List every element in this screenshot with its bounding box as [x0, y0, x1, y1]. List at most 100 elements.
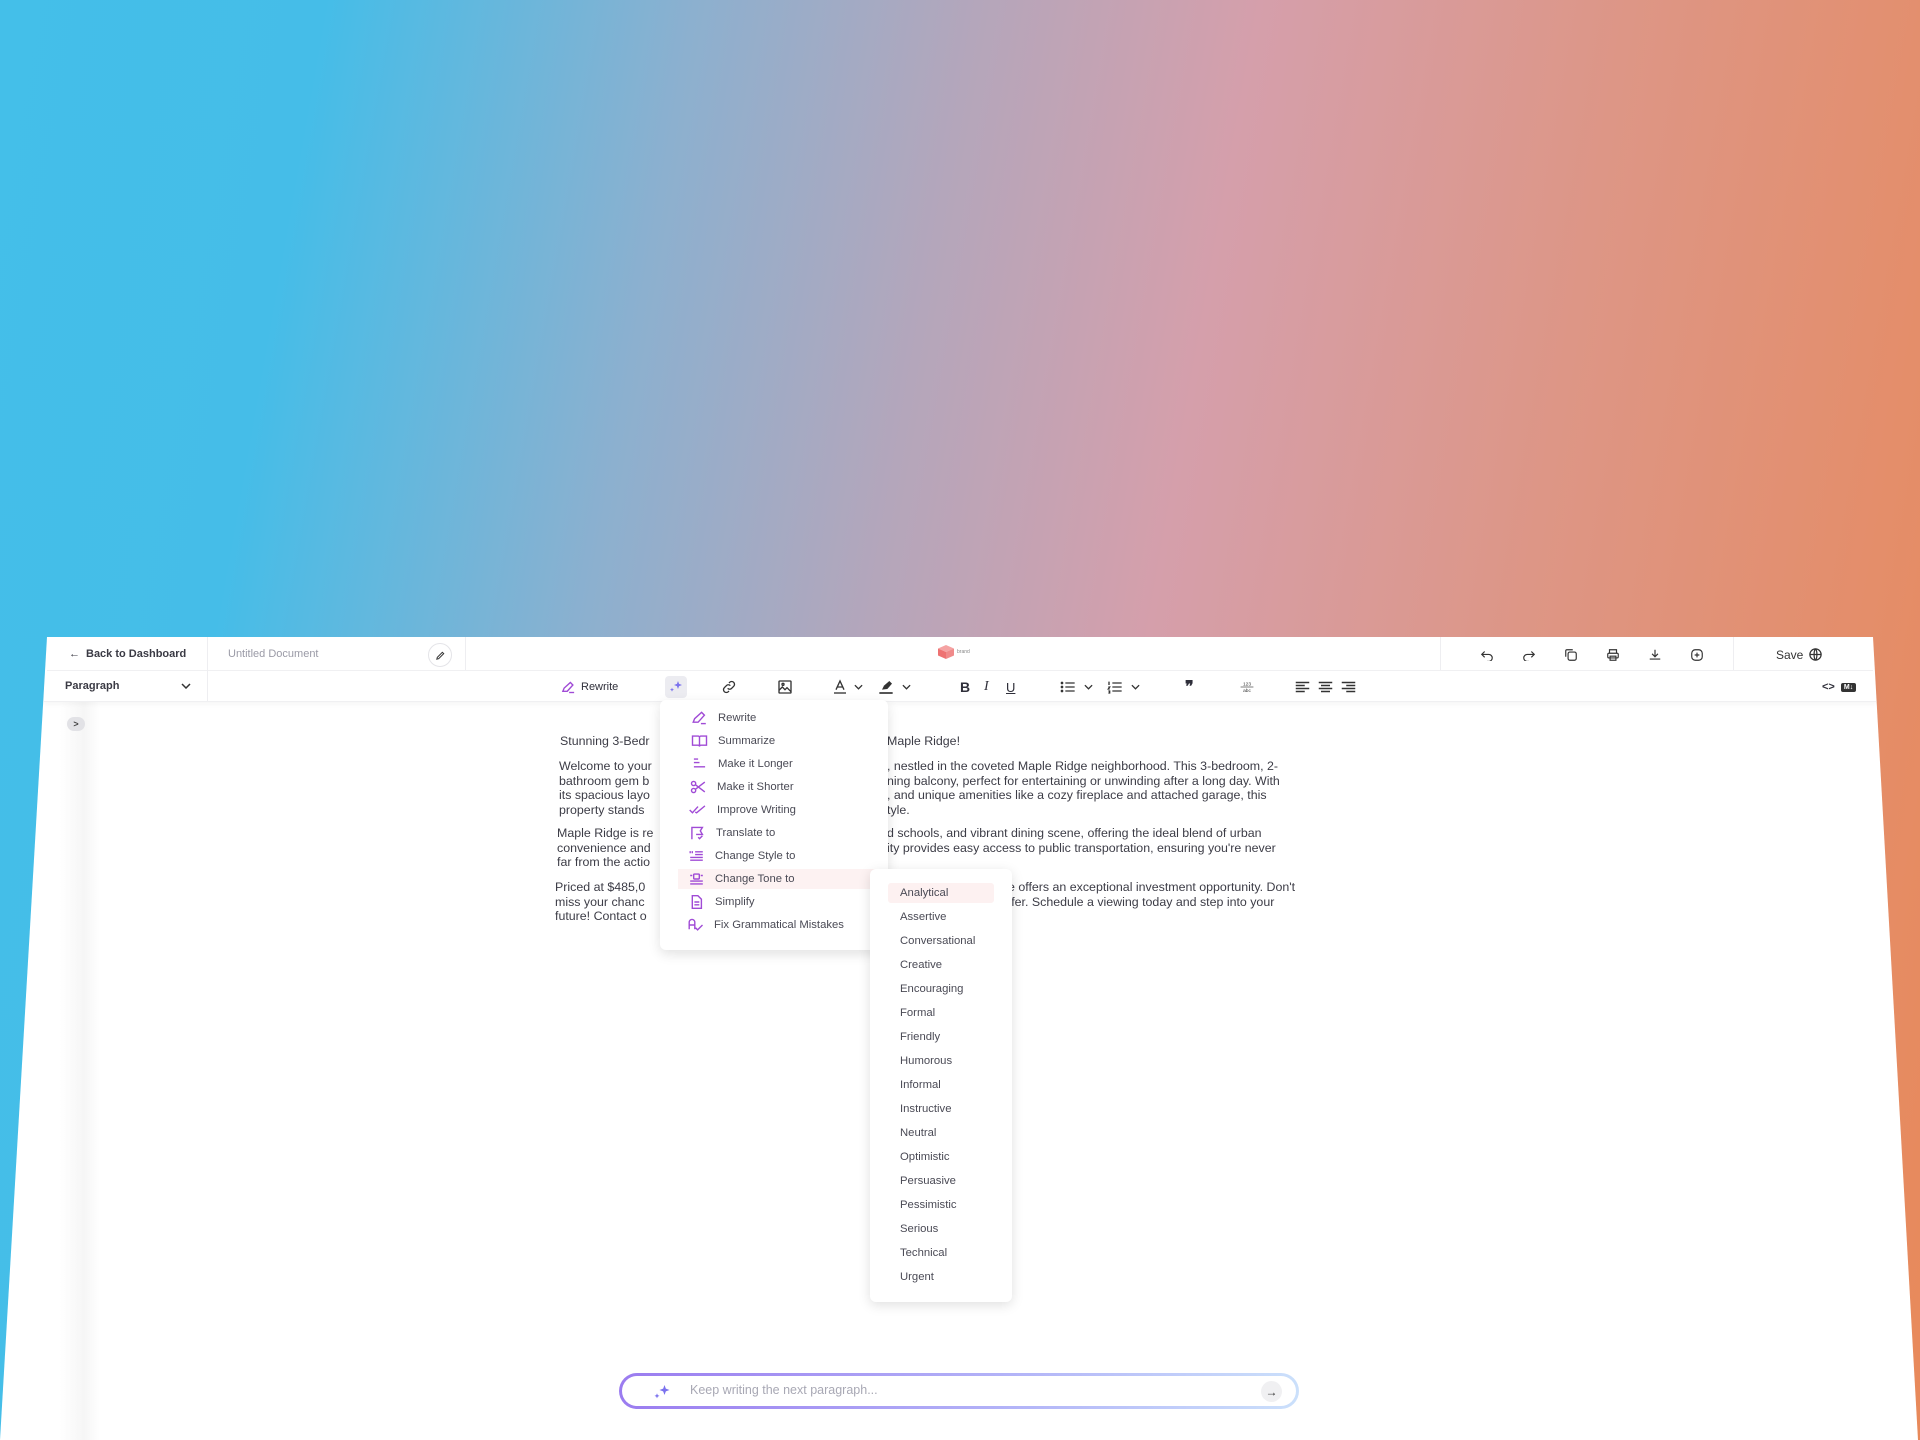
tone-option-serious[interactable]: Serious	[888, 1219, 994, 1239]
menu-item-improve-writing[interactable]: Improve Writing	[689, 800, 879, 820]
tone-option-humorous[interactable]: Humorous	[888, 1051, 994, 1071]
align-left-icon[interactable]	[1295, 681, 1310, 693]
tone-option-pessimistic[interactable]: Pessimistic	[888, 1195, 994, 1215]
align-right-icon[interactable]	[1341, 681, 1356, 693]
rewrite-button[interactable]: Rewrite	[561, 676, 618, 698]
paragraph-1-left[interactable]: Welcome to your bathroom gem b its spaci…	[559, 759, 652, 817]
expand-sidebar-button[interactable]: >	[67, 717, 85, 731]
tone-option-friendly[interactable]: Friendly	[888, 1027, 994, 1047]
lines-longer-icon	[693, 758, 706, 768]
back-to-dashboard-link[interactable]: ← Back to Dashboard	[69, 648, 186, 660]
view-toggles: <> M↓	[1822, 676, 1857, 698]
undo-icon	[1480, 651, 1493, 661]
tone-icon	[690, 873, 703, 885]
menu-item-rewrite[interactable]: Rewrite	[691, 708, 881, 728]
menu-item-simplify[interactable]: Simplify	[688, 892, 878, 912]
print-icon	[1607, 649, 1619, 661]
alignment-group	[1295, 676, 1356, 698]
menu-item-fix-grammar[interactable]: Fix Grammatical Mistakes	[687, 915, 877, 935]
save-button[interactable]: Save	[1776, 647, 1823, 662]
paragraph-2-left[interactable]: Maple Ridge is re convenience and far fr…	[557, 826, 653, 870]
tone-option-assertive[interactable]: Assertive	[888, 907, 994, 927]
pencil-icon	[692, 711, 706, 725]
paragraph-2-right[interactable]: d schools, and vibrant dining scene, off…	[887, 826, 1276, 855]
menu-item-change-tone[interactable]: Change Tone to	[678, 869, 876, 889]
tone-submenu: Analytical Assertive Conversational Creativ…	[870, 869, 1012, 1302]
italic-button[interactable]: I	[984, 676, 989, 698]
menu-item-make-shorter[interactable]: Make it Shorter	[690, 777, 880, 797]
chevron-down-icon	[902, 684, 911, 690]
svg-text:abc: abc	[1243, 688, 1251, 694]
tone-option-analytical[interactable]: Analytical	[888, 883, 994, 903]
brand-logo: brand	[938, 645, 970, 659]
redo-button[interactable]	[1518, 644, 1540, 666]
ai-assistant-button[interactable]	[665, 676, 687, 698]
document-title[interactable]: Untitled Document	[228, 648, 319, 660]
print-button[interactable]	[1602, 644, 1624, 666]
text-color-button[interactable]	[832, 676, 863, 698]
menu-item-translate[interactable]: Translate to	[689, 823, 879, 843]
tone-option-encouraging[interactable]: Encouraging	[888, 979, 994, 999]
chevron-right-icon: >	[73, 719, 79, 729]
download-button[interactable]	[1644, 644, 1666, 666]
menu-item-summarize[interactable]: Summarize	[691, 731, 881, 751]
tone-option-conversational[interactable]: Conversational	[888, 931, 994, 951]
bullet-list-button[interactable]	[1060, 676, 1093, 698]
quote-icon: ❞	[1185, 679, 1194, 696]
duplicate-icon	[1565, 649, 1577, 661]
header-actions	[1476, 644, 1708, 666]
pencil-icon	[435, 651, 444, 660]
markdown-icon[interactable]: M↓	[1840, 682, 1857, 692]
bold-icon: B	[960, 679, 971, 695]
menu-item-change-style[interactable]: Change Style to	[688, 846, 878, 866]
blockquote-button[interactable]: ❞	[1185, 676, 1194, 698]
bold-button[interactable]: B	[960, 676, 970, 698]
tone-option-persuasive[interactable]: Persuasive	[888, 1171, 994, 1191]
book-icon	[691, 735, 708, 747]
document-icon	[691, 895, 703, 909]
globe-icon	[1809, 648, 1823, 661]
translate-flag-icon	[691, 826, 704, 840]
chevron-down-icon	[1084, 684, 1093, 690]
redo-icon	[1523, 651, 1536, 661]
link-button[interactable]	[721, 676, 737, 698]
add-icon	[1691, 649, 1703, 661]
underline-button[interactable]: U	[1006, 676, 1015, 698]
add-button[interactable]	[1686, 644, 1708, 666]
align-center-icon[interactable]	[1318, 681, 1333, 693]
document-heading-left[interactable]: Stunning 3-Bedr	[560, 734, 650, 749]
paragraph-3-right[interactable]: e offers an exceptional investment oppor…	[1008, 880, 1295, 909]
tone-option-technical[interactable]: Technical	[888, 1243, 994, 1263]
highlighter-icon	[879, 681, 893, 694]
italic-icon: I	[984, 679, 989, 694]
block-type-select[interactable]: Paragraph	[65, 680, 191, 692]
cube-logo-icon	[938, 645, 954, 659]
menu-item-make-longer[interactable]: Make it Longer	[691, 754, 881, 774]
sparkles-icon	[670, 681, 682, 692]
arrow-left-icon: ←	[69, 648, 80, 660]
sidebar-shadow	[60, 702, 100, 1440]
duplicate-button[interactable]	[1560, 644, 1582, 666]
undo-button[interactable]	[1476, 644, 1498, 666]
paragraph-3-left[interactable]: Priced at $485,0 miss your chanc future!…	[555, 880, 647, 924]
document-heading-right[interactable]: Maple Ridge!	[887, 734, 960, 749]
prompt-input[interactable]	[688, 1382, 1212, 1398]
paragraph-1-right[interactable]: , nestled in the coveted Maple Ridge nei…	[887, 759, 1280, 817]
rename-button[interactable]	[428, 643, 452, 667]
image-button[interactable]	[777, 676, 793, 698]
bullet-list-icon	[1060, 681, 1075, 693]
send-button[interactable]: →	[1261, 1381, 1282, 1402]
chevron-down-icon	[1131, 684, 1140, 690]
tone-option-urgent[interactable]: Urgent	[888, 1267, 994, 1287]
highlight-button[interactable]	[878, 676, 911, 698]
tone-option-neutral[interactable]: Neutral	[888, 1123, 994, 1143]
tone-option-instructive[interactable]: Instructive	[888, 1099, 994, 1119]
code-view-icon[interactable]: <>	[1822, 681, 1835, 693]
superscript-fraction-button[interactable]: 123 abc	[1239, 676, 1255, 698]
tone-option-creative[interactable]: Creative	[888, 955, 994, 975]
tone-option-informal[interactable]: Informal	[888, 1075, 994, 1095]
divider	[465, 637, 466, 670]
numbered-list-button[interactable]	[1107, 676, 1140, 698]
tone-option-optimistic[interactable]: Optimistic	[888, 1147, 994, 1167]
tone-option-formal[interactable]: Formal	[888, 1003, 994, 1023]
